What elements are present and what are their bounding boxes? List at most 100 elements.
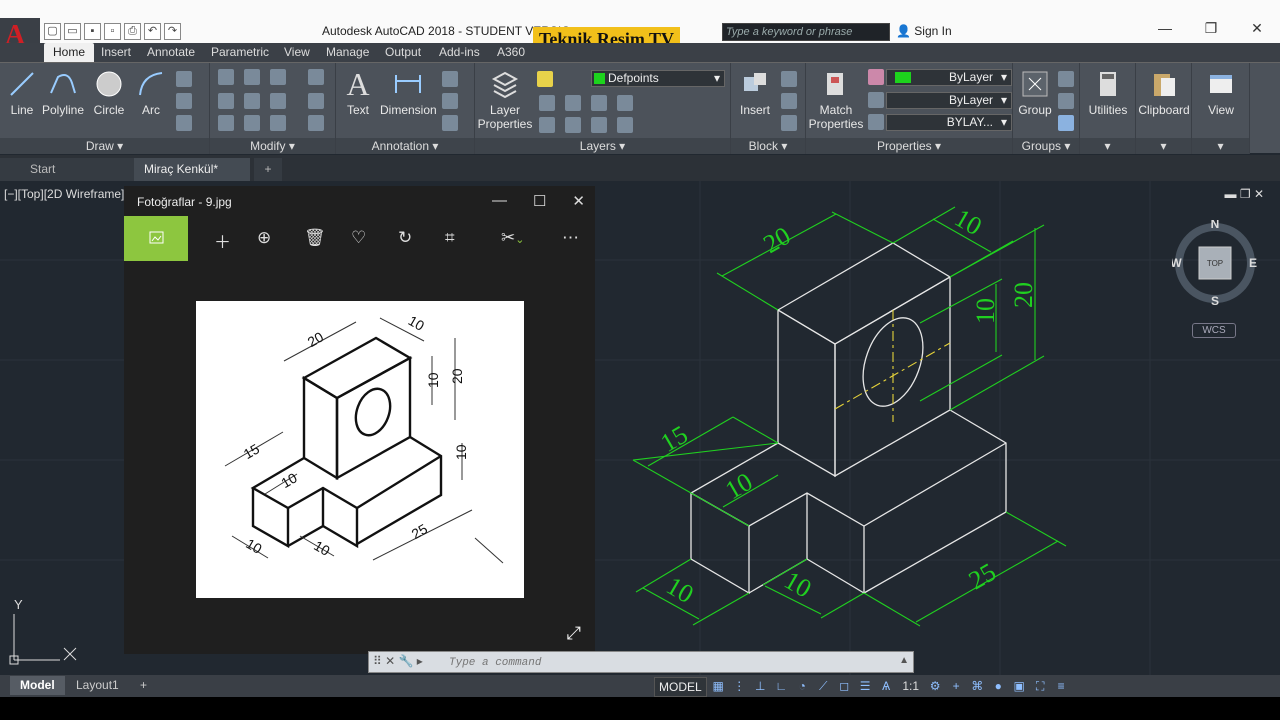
modify-panel-title[interactable]: Modify ▾ bbox=[210, 138, 335, 154]
annotation-scale-icon[interactable]: Ѧ bbox=[877, 679, 896, 694]
customization-icon[interactable]: ≡ bbox=[1052, 679, 1071, 694]
osnap-icon[interactable]: ◻ bbox=[835, 679, 854, 694]
close-icon[interactable]: ✕ bbox=[1234, 20, 1280, 37]
viewcube[interactable]: TOP N S E W bbox=[1172, 220, 1258, 306]
arc-button[interactable]: Arc bbox=[134, 69, 168, 117]
polar-icon[interactable]: ◔ bbox=[793, 679, 812, 694]
properties-panel-title[interactable]: Properties ▾ bbox=[806, 138, 1012, 154]
new-icon[interactable]: ▢ bbox=[44, 22, 61, 40]
command-history-icon[interactable]: ▲ bbox=[899, 655, 909, 666]
open-icon[interactable]: ▭ bbox=[64, 22, 81, 40]
group-selection-icon[interactable] bbox=[1058, 115, 1074, 131]
layer-dropdown[interactable]: Defpoints ▾ bbox=[591, 70, 725, 87]
tab-annotate[interactable]: Annotate bbox=[147, 45, 195, 59]
draw-panel-title[interactable]: Draw ▾ bbox=[0, 138, 209, 154]
erase-icon[interactable] bbox=[308, 69, 324, 85]
rotate-icon[interactable] bbox=[244, 69, 260, 85]
group-edit-icon[interactable] bbox=[1058, 93, 1074, 109]
photos-maximize-icon[interactable]: ☐ bbox=[533, 192, 546, 210]
view-expander[interactable]: ▾ bbox=[1192, 138, 1249, 154]
offset-icon[interactable] bbox=[308, 115, 324, 131]
more-icon[interactable]: ⋯ bbox=[562, 228, 579, 248]
color-dropdown[interactable]: ByLayer ▾ bbox=[886, 69, 1012, 86]
command-line-icons[interactable]: ⠿ ✕ 🔧 ▸ bbox=[373, 654, 423, 668]
compass-w[interactable]: W bbox=[1172, 256, 1182, 270]
save-as-icon[interactable]: ▫ bbox=[104, 22, 121, 40]
edit-block-icon[interactable] bbox=[781, 93, 797, 109]
table-icon[interactable] bbox=[442, 115, 458, 131]
fillet-icon[interactable] bbox=[270, 93, 286, 109]
tab-output[interactable]: Output bbox=[385, 45, 421, 59]
region-icon[interactable] bbox=[176, 115, 192, 131]
linear-dim-icon[interactable] bbox=[442, 71, 458, 87]
ortho-icon[interactable]: ∟ bbox=[772, 679, 791, 694]
mirror-icon[interactable] bbox=[244, 93, 260, 109]
make-current-icon[interactable] bbox=[539, 117, 555, 133]
block-panel-title[interactable]: Block ▾ bbox=[731, 138, 805, 154]
undo-icon[interactable]: ↶ bbox=[144, 22, 161, 40]
copy-icon[interactable] bbox=[218, 93, 234, 109]
isodraft-icon[interactable]: ⟋ bbox=[814, 679, 833, 694]
clipboard-expander[interactable]: ▾ bbox=[1136, 138, 1191, 154]
tab-insert[interactable]: Insert bbox=[101, 45, 131, 59]
layer-off-icon[interactable] bbox=[539, 95, 555, 111]
wcs-button[interactable]: WCS bbox=[1192, 323, 1236, 338]
tab-parametric[interactable]: Parametric bbox=[211, 45, 269, 59]
tab-model[interactable]: Model bbox=[10, 676, 65, 695]
tab-layout1[interactable]: Layout1 bbox=[66, 676, 129, 695]
tab-manage[interactable]: Manage bbox=[326, 45, 369, 59]
zoom-icon[interactable]: ⊕ bbox=[257, 228, 271, 248]
leader-icon[interactable] bbox=[442, 93, 458, 109]
view-button[interactable]: View bbox=[1194, 69, 1248, 117]
layer-isolate-icon[interactable] bbox=[565, 95, 581, 111]
tab-drawing[interactable]: Miraç Kenkül* ✕ bbox=[134, 158, 250, 199]
group-button[interactable]: Group bbox=[1015, 69, 1055, 117]
hatch-icon[interactable] bbox=[176, 93, 192, 109]
tab-home[interactable]: Home bbox=[44, 43, 95, 62]
restore-icon[interactable]: ❐ bbox=[1188, 20, 1234, 37]
rectangle-icon[interactable] bbox=[176, 71, 192, 87]
isolate-icon[interactable]: ● bbox=[989, 679, 1008, 694]
compass-e[interactable]: E bbox=[1249, 256, 1257, 270]
layer-lock-icon[interactable] bbox=[617, 95, 633, 111]
crop-icon[interactable]: ⌗ bbox=[445, 228, 455, 248]
fullscreen-icon[interactable]: ⤢ bbox=[567, 623, 581, 644]
compass-n[interactable]: N bbox=[1211, 220, 1220, 231]
match-properties-button[interactable]: Match Properties bbox=[808, 69, 864, 131]
move-icon[interactable] bbox=[218, 69, 234, 85]
scale-icon[interactable] bbox=[244, 115, 260, 131]
viewport-controls-label[interactable]: [−][Top][2D Wireframe] bbox=[4, 187, 124, 201]
vp-restore-icon[interactable]: ❐ bbox=[1240, 187, 1251, 201]
insert-button[interactable]: Insert bbox=[735, 69, 775, 117]
dimension-button[interactable]: Dimension bbox=[380, 69, 437, 117]
hardware-accel-icon[interactable]: ▣ bbox=[1010, 679, 1029, 694]
viewcube-top[interactable]: TOP bbox=[1207, 259, 1223, 268]
array-icon[interactable] bbox=[270, 115, 286, 131]
dynamic-input-icon[interactable]: ⊥ bbox=[751, 679, 770, 694]
grid-icon[interactable]: ▦ bbox=[709, 679, 728, 694]
photos-close-icon[interactable]: ✕ bbox=[572, 192, 585, 210]
lineweight-toggle-icon[interactable]: ☰ bbox=[856, 679, 875, 694]
groups-panel-title[interactable]: Groups ▾ bbox=[1013, 138, 1079, 154]
photos-minimize-icon[interactable]: — bbox=[492, 192, 507, 210]
utilities-expander[interactable]: ▾ bbox=[1080, 138, 1135, 154]
polyline-button[interactable]: Polyline bbox=[41, 69, 85, 117]
favorite-icon[interactable]: ♡ bbox=[351, 228, 366, 248]
vp-minimize-icon[interactable]: ▬ bbox=[1224, 187, 1236, 201]
stretch-icon[interactable] bbox=[218, 115, 234, 131]
model-space-button[interactable]: MODEL bbox=[654, 676, 707, 697]
search-input[interactable]: Type a keyword or phrase bbox=[722, 23, 890, 41]
scale-value[interactable]: 1:1 bbox=[898, 679, 924, 694]
ungroup-icon[interactable] bbox=[1058, 71, 1074, 87]
add-icon[interactable]: ＋ bbox=[214, 228, 231, 253]
new-tab-button[interactable]: + bbox=[254, 158, 282, 181]
layer-bulb-icon[interactable] bbox=[537, 71, 553, 87]
plot-icon[interactable]: ⎙ bbox=[124, 22, 141, 40]
minimize-icon[interactable]: — bbox=[1142, 20, 1188, 37]
vp-close-icon[interactable]: ✕ bbox=[1254, 187, 1264, 201]
compass-s[interactable]: S bbox=[1211, 294, 1219, 306]
plus-icon[interactable]: + bbox=[947, 679, 966, 694]
tab-start[interactable]: Start bbox=[0, 158, 134, 181]
image-view-button[interactable] bbox=[124, 216, 188, 261]
isometric-part[interactable] bbox=[689, 242, 1007, 595]
